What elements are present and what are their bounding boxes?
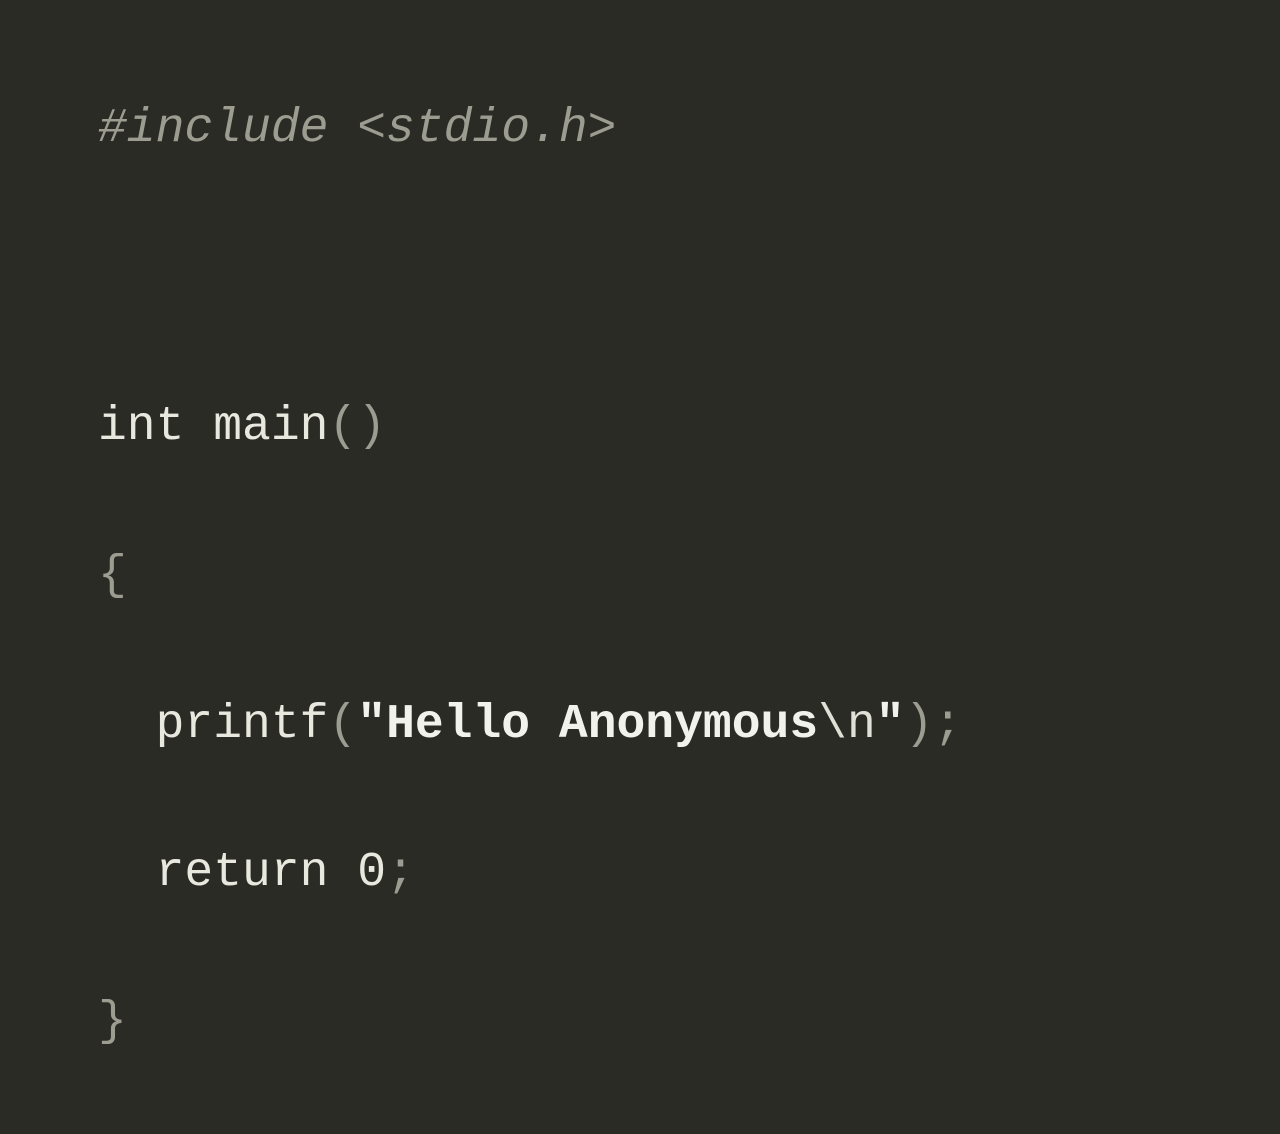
keyword-return: return — [156, 846, 329, 900]
space — [328, 846, 357, 900]
preprocessor-directive: #include <stdio.h> — [98, 102, 616, 156]
paren-close: ) — [905, 698, 934, 752]
code-line-main-decl: int main() — [98, 390, 1280, 464]
identifier-printf: printf — [156, 698, 329, 752]
keyword-int: int — [98, 400, 184, 454]
string-escape: \n — [818, 698, 876, 752]
code-block: #include <stdio.h> int main() { printf("… — [0, 0, 1280, 1134]
code-line-brace-close: } — [98, 985, 1280, 1059]
semicolon: ; — [386, 846, 415, 900]
brace-open: { — [98, 549, 127, 603]
space — [184, 400, 213, 454]
identifier-main: main — [213, 400, 328, 454]
literal-zero: 0 — [357, 846, 386, 900]
code-line-return: return 0; — [98, 836, 1280, 910]
string-literal: Hello Anonymous — [386, 698, 818, 752]
paren-open: ( — [328, 698, 357, 752]
brace-close: } — [98, 995, 127, 1049]
semicolon: ; — [933, 698, 962, 752]
string-quote-close: " — [876, 698, 905, 752]
string-quote-open: " — [357, 698, 386, 752]
code-line-include: #include <stdio.h> — [98, 92, 1280, 166]
code-line-brace-open: { — [98, 539, 1280, 613]
code-line-printf: printf("Hello Anonymous\n"); — [98, 688, 1280, 762]
code-line-blank — [98, 241, 1280, 315]
parentheses: () — [328, 400, 386, 454]
